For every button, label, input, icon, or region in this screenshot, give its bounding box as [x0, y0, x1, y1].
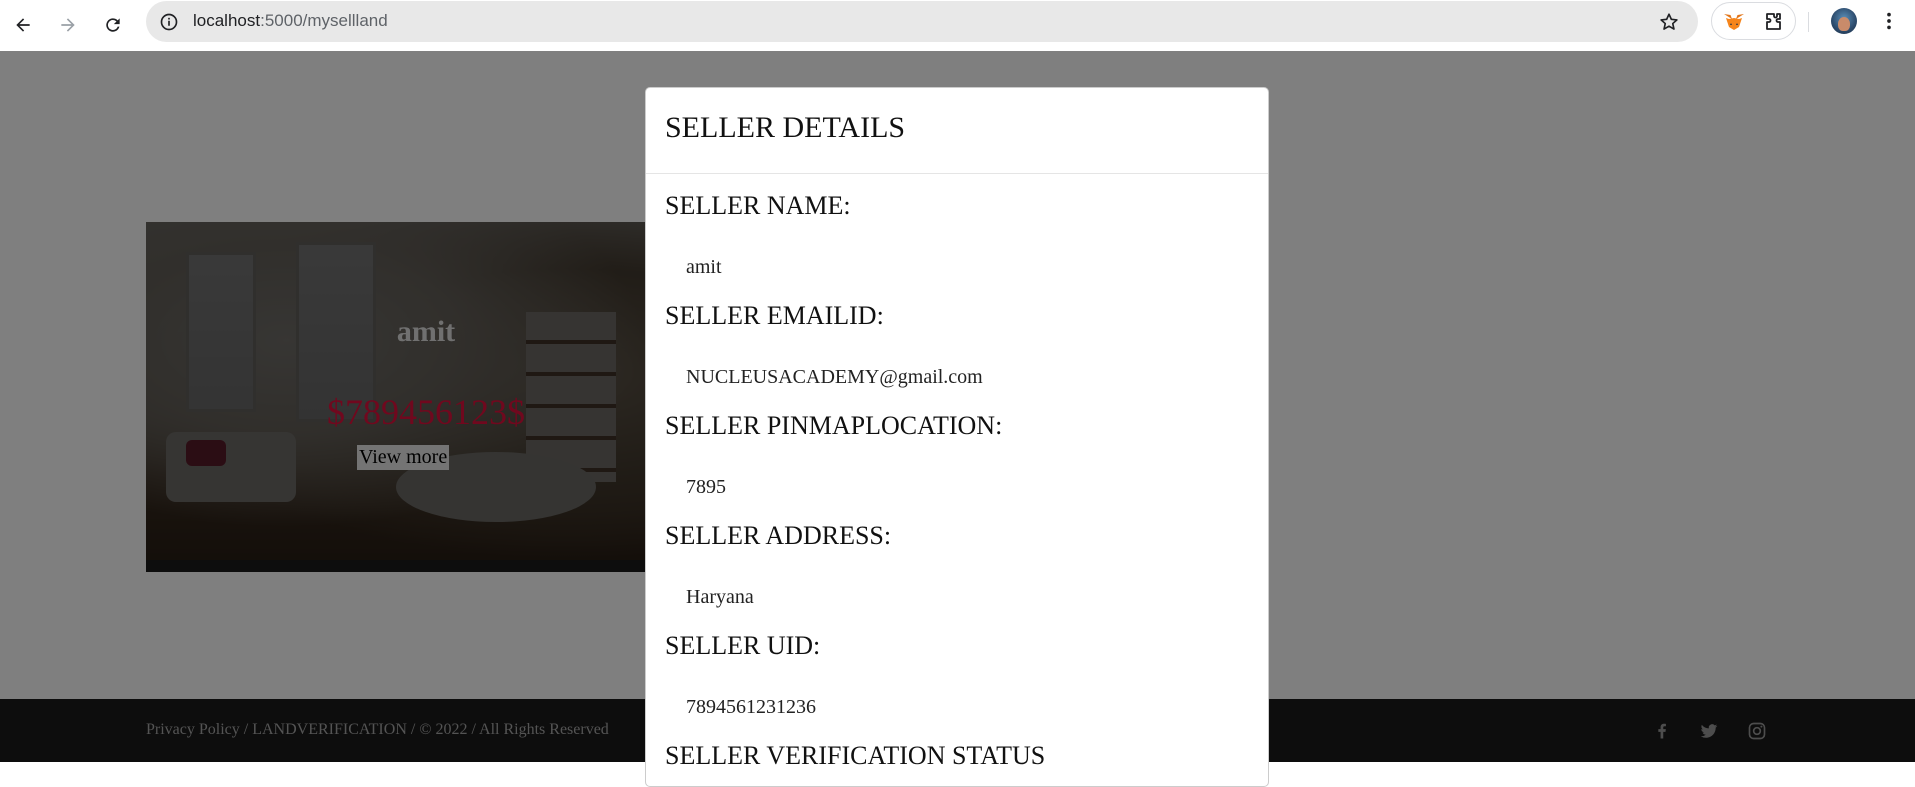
seller-details-modal: SELLER DETAILS SELLER NAME: amit SELLER … — [645, 87, 1269, 787]
url-path: :5000/mysellland — [260, 11, 388, 30]
seller-pinmaplocation-label: SELLER PINMAPLOCATION: — [665, 411, 1003, 440]
seller-address-value: Haryana — [686, 586, 754, 608]
seller-address-label: SELLER ADDRESS: — [665, 521, 892, 550]
back-button[interactable] — [8, 10, 38, 40]
arrow-left-icon — [16, 18, 30, 32]
url-host: localhost — [193, 11, 261, 30]
bookmark-star-icon[interactable] — [1658, 11, 1680, 33]
profile-avatar[interactable] — [1831, 8, 1857, 34]
seller-uid-value: 7894561231236 — [686, 696, 816, 718]
url-text[interactable]: localhost:5000/mysellland — [193, 11, 388, 31]
toolbar-divider — [1808, 12, 1809, 32]
reload-button[interactable] — [98, 10, 128, 40]
seller-name-label: SELLER NAME: — [665, 191, 851, 220]
modal-header: SELLER DETAILS — [646, 88, 1268, 174]
reload-icon — [106, 18, 120, 32]
arrow-right-icon — [61, 18, 75, 32]
site-info-icon[interactable] — [158, 11, 180, 33]
address-bar[interactable]: localhost:5000/mysellland — [146, 1, 1698, 42]
seller-uid-label: SELLER UID: — [665, 631, 821, 660]
extensions-puzzle-icon[interactable] — [1762, 10, 1786, 34]
browser-menu-icon[interactable] — [1878, 10, 1900, 32]
modal-title: SELLER DETAILS — [665, 111, 906, 144]
seller-email-value: NUCLEUSACADEMY@gmail.com — [686, 366, 983, 388]
browser-toolbar: localhost:5000/mysellland — [0, 0, 1915, 51]
seller-pinmaplocation-value: 7895 — [686, 476, 726, 498]
seller-verification-status-label: SELLER VERIFICATION STATUS — [665, 741, 1046, 770]
metamask-fox-icon[interactable] — [1722, 10, 1746, 34]
seller-email-label: SELLER EMAILID: — [665, 301, 884, 330]
forward-button[interactable] — [53, 10, 83, 40]
seller-name-value: amit — [686, 256, 722, 278]
extensions-group — [1711, 2, 1796, 40]
